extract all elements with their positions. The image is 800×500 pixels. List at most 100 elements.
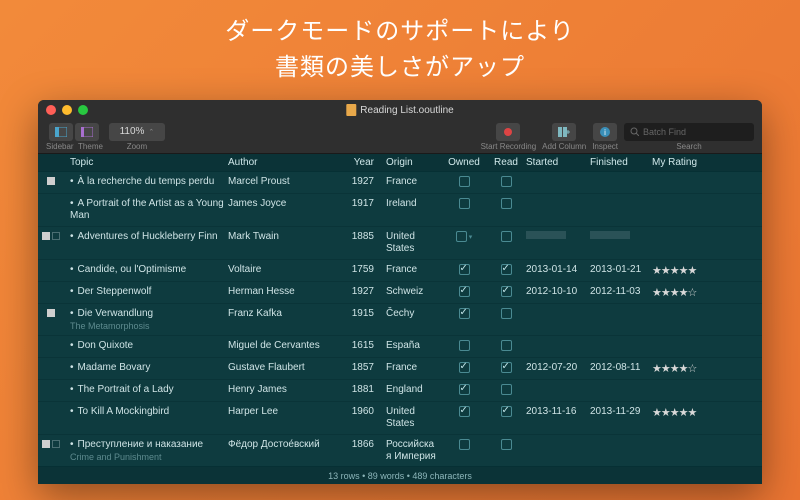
author-cell: Harper Lee	[228, 406, 344, 417]
add-column-button[interactable]	[552, 123, 576, 141]
rating-cell[interactable]: ★★★★★	[652, 264, 742, 277]
topic-cell: Madame Bovary	[70, 362, 228, 374]
col-origin[interactable]: Origin	[380, 157, 442, 168]
inspect-button[interactable]: i	[593, 123, 617, 141]
read-checkbox[interactable]	[501, 384, 512, 395]
status-bar: 13 rows • 89 words • 489 characters	[38, 466, 762, 484]
read-checkbox[interactable]	[501, 362, 512, 373]
owned-checkbox[interactable]	[459, 406, 470, 417]
rating-cell[interactable]: ★★★★☆	[652, 286, 742, 299]
row-handle[interactable]	[38, 340, 64, 341]
zoom-label: Zoom	[127, 142, 147, 151]
read-checkbox[interactable]	[501, 198, 512, 209]
document-icon	[346, 104, 356, 116]
topic-cell: Adventures of Huckleberry Finn	[70, 231, 228, 243]
col-owned[interactable]: Owned	[442, 157, 486, 168]
owned-checkbox[interactable]	[459, 384, 470, 395]
row-handle[interactable]	[38, 308, 64, 317]
origin-cell: England	[380, 384, 442, 396]
year-cell: 1615	[344, 340, 380, 351]
author-cell: Franz Kafka	[228, 308, 344, 319]
row-handle[interactable]	[38, 439, 64, 448]
minimize-icon[interactable]	[62, 105, 72, 115]
read-checkbox[interactable]	[501, 176, 512, 187]
rating-cell[interactable]: ★★★★★	[652, 406, 742, 419]
owned-checkbox[interactable]	[459, 176, 470, 187]
start-recording-button[interactable]	[496, 123, 520, 141]
owned-checkbox[interactable]	[459, 439, 470, 450]
table-row[interactable]: Candide, ou l'OptimismeVoltaire1759Franc…	[38, 260, 762, 282]
owned-checkbox[interactable]	[459, 340, 470, 351]
rating-cell[interactable]: ★★★★☆	[652, 362, 742, 375]
inspect-label: Inspect	[592, 142, 618, 151]
table-header: Topic Author Year Origin Owned Read Star…	[38, 154, 762, 172]
col-year[interactable]: Year	[344, 157, 380, 168]
row-handle[interactable]	[38, 231, 64, 240]
search-input[interactable]: Batch Find	[624, 123, 754, 141]
col-read[interactable]: Read	[486, 157, 526, 168]
date-placeholder-icon	[526, 231, 566, 239]
row-handle[interactable]	[38, 286, 64, 287]
topic-cell: Преступление и наказание	[70, 439, 228, 451]
col-finished[interactable]: Finished	[590, 157, 652, 168]
table-row[interactable]: Madame BovaryGustave Flaubert1857France2…	[38, 358, 762, 380]
owned-checkbox[interactable]	[459, 264, 470, 275]
owned-checkbox[interactable]	[459, 286, 470, 297]
row-handle[interactable]	[38, 198, 64, 199]
year-cell: 1915	[344, 308, 380, 319]
table-row[interactable]: Преступление и наказаниеCrime and Punish…	[38, 435, 762, 466]
row-handle[interactable]	[38, 406, 64, 407]
sidebar-label: Sidebar	[46, 142, 74, 151]
read-checkbox[interactable]	[501, 439, 512, 450]
row-handle[interactable]	[38, 362, 64, 363]
read-checkbox[interactable]	[501, 286, 512, 297]
row-handle[interactable]	[38, 384, 64, 385]
zoom-window-icon[interactable]	[78, 105, 88, 115]
table-row[interactable]: A Portrait of the Artist as a Young ManJ…	[38, 194, 762, 227]
table-row[interactable]: The Portrait of a LadyHenry James1881Eng…	[38, 380, 762, 402]
finished-cell: 2013-11-29	[590, 406, 652, 417]
table-row[interactable]: À la recherche du temps perduMarcel Prou…	[38, 172, 762, 194]
theme-button[interactable]	[75, 123, 99, 141]
table-row[interactable]: Adventures of Huckleberry FinnMark Twain…	[38, 227, 762, 260]
read-checkbox[interactable]	[501, 340, 512, 351]
col-topic[interactable]: Topic	[64, 157, 228, 168]
col-started[interactable]: Started	[526, 157, 590, 168]
origin-cell: Ireland	[380, 198, 442, 210]
read-checkbox[interactable]	[501, 406, 512, 417]
add-column-label: Add Column	[542, 142, 586, 151]
finished-cell: 2013-01-21	[590, 264, 652, 275]
year-cell: 1960	[344, 406, 380, 417]
topic-subtitle: The Metamorphosis	[70, 321, 228, 331]
read-checkbox[interactable]	[501, 231, 512, 242]
zoom-selector[interactable]: 110%⌃	[109, 123, 165, 141]
origin-cell: United States	[380, 231, 442, 255]
headline-line2: 書類の美しさがアップ	[0, 50, 800, 86]
read-checkbox[interactable]	[501, 264, 512, 275]
read-checkbox[interactable]	[501, 308, 512, 319]
row-handle[interactable]	[38, 176, 64, 185]
owned-checkbox[interactable]	[459, 362, 470, 373]
row-handle[interactable]	[38, 264, 64, 265]
owned-checkbox[interactable]	[459, 308, 470, 319]
topic-cell: À la recherche du temps perdu	[70, 176, 228, 188]
col-author[interactable]: Author	[228, 157, 344, 168]
col-rating[interactable]: My Rating	[652, 157, 742, 168]
author-cell: Marcel Proust	[228, 176, 344, 187]
titlebar: Reading List.ooutline	[38, 100, 762, 120]
chevron-down-icon[interactable]: ▾	[469, 233, 473, 241]
table-row[interactable]: Die VerwandlungThe MetamorphosisFranz Ka…	[38, 304, 762, 336]
search-icon	[630, 127, 639, 136]
author-cell: Mark Twain	[228, 231, 344, 242]
table-row[interactable]: Don QuixoteMiguel de Cervantes1615España	[38, 336, 762, 358]
close-icon[interactable]	[46, 105, 56, 115]
author-cell: Gustave Flaubert	[228, 362, 344, 373]
topic-cell: To Kill A Mockingbird	[70, 406, 228, 418]
origin-cell: Schweiz	[380, 286, 442, 298]
table-row[interactable]: Der SteppenwolfHerman Hesse1927Schweiz20…	[38, 282, 762, 304]
table-row[interactable]: To Kill A MockingbirdHarper Lee1960Unite…	[38, 402, 762, 435]
owned-checkbox[interactable]	[459, 198, 470, 209]
author-cell: Henry James	[228, 384, 344, 395]
sidebar-toggle-button[interactable]	[49, 123, 73, 141]
owned-checkbox[interactable]	[456, 231, 467, 242]
